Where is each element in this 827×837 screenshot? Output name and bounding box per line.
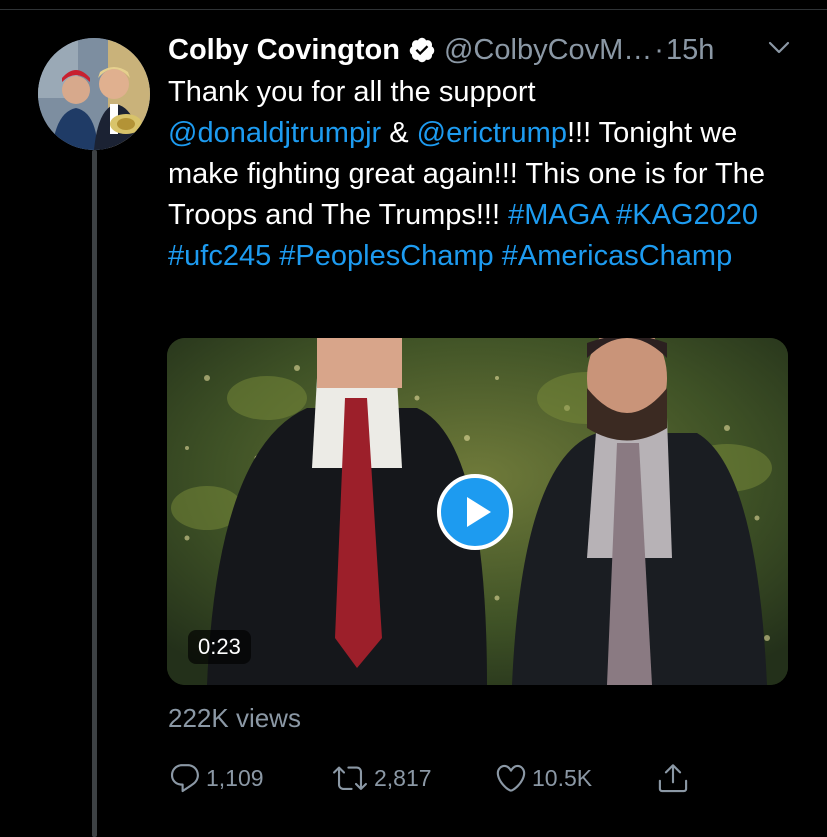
retweet-button[interactable]: 2,817 [330, 760, 432, 796]
tweet-text-line1: Thank you for all the support [168, 76, 536, 108]
like-button[interactable]: 10.5K [494, 760, 592, 796]
mention-donaldjtrumpjr[interactable]: @donaldjtrumpjr [168, 117, 381, 149]
verified-badge-icon [409, 37, 435, 63]
view-count: 222K views [168, 703, 301, 733]
author-handle[interactable]: @ColbyCovM… [444, 34, 652, 67]
avatar-image [38, 38, 150, 150]
reply-count: 1,109 [206, 764, 264, 791]
retweet-count: 2,817 [374, 764, 432, 791]
tweet-text: Thank you for all the support @donaldjtr… [168, 72, 788, 277]
tweet-timestamp[interactable]: 15h [666, 34, 714, 67]
reply-button[interactable]: 1,109 [168, 760, 264, 796]
share-icon [658, 764, 688, 793]
play-button[interactable] [437, 474, 513, 550]
tweet-header: Colby Covington @ColbyCovM… · 15h [168, 30, 714, 70]
top-divider [0, 9, 827, 10]
author-name[interactable]: Colby Covington [168, 34, 400, 67]
tweet-text-amp: & [381, 117, 417, 149]
thread-line [92, 150, 97, 837]
hashtag-peopleschamp[interactable]: #PeoplesChamp [279, 240, 493, 272]
video-player[interactable]: 0:23 [167, 338, 788, 685]
play-icon [467, 497, 491, 527]
mention-erictrump[interactable]: @erictrump [417, 117, 567, 149]
hashtag-maga[interactable]: #MAGA [508, 199, 608, 231]
like-icon [496, 764, 526, 792]
chevron-down-icon[interactable] [768, 40, 790, 56]
retweet-icon [333, 766, 367, 790]
separator-dot: · [654, 33, 664, 66]
share-button[interactable] [656, 760, 690, 796]
hashtag-ufc245[interactable]: #ufc245 [168, 240, 271, 272]
video-duration-badge: 0:23 [188, 630, 251, 664]
avatar[interactable] [38, 38, 150, 150]
reply-icon [170, 764, 199, 793]
like-count: 10.5K [532, 764, 593, 791]
hashtag-americaschamp[interactable]: #AmericasChamp [502, 240, 732, 272]
hashtag-kag2020[interactable]: #KAG2020 [616, 199, 758, 231]
